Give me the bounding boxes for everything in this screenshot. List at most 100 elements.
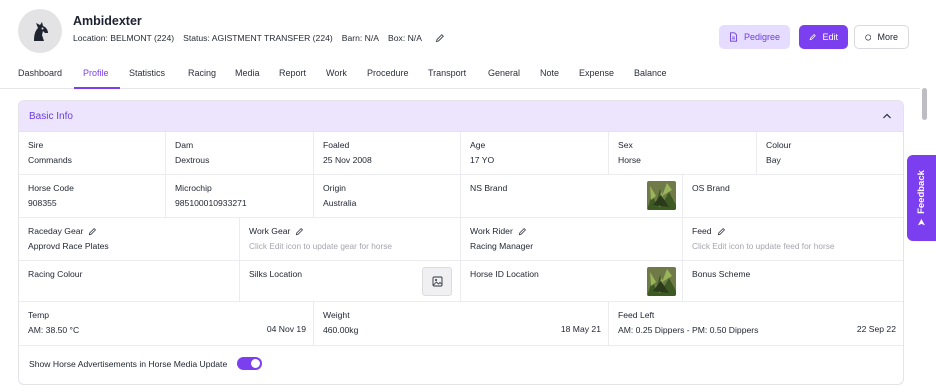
tab-general[interactable]: General bbox=[488, 68, 520, 78]
edit-work-gear-pencil-icon[interactable] bbox=[295, 227, 304, 236]
status-text: Status: AGISTMENT TRANSFER (224) bbox=[183, 33, 333, 43]
horse-id-location-photo[interactable] bbox=[647, 267, 676, 296]
raceday-gear-label: Raceday Gear bbox=[28, 226, 84, 236]
barn-text: Barn: N/A bbox=[341, 33, 380, 43]
silks-location-label: Silks Location bbox=[249, 269, 303, 279]
circle-icon bbox=[865, 34, 872, 40]
edit-raceday-gear-pencil-icon[interactable] bbox=[88, 227, 97, 236]
arrow-up-icon bbox=[918, 218, 926, 225]
basic-info-header[interactable]: Basic Info bbox=[19, 101, 903, 132]
edit-work-rider-pencil-icon[interactable] bbox=[518, 227, 527, 236]
dam-value: Dextrous bbox=[175, 155, 210, 165]
origin-label: Origin bbox=[323, 183, 346, 193]
document-icon bbox=[730, 32, 738, 42]
advertisement-toggle-label: Show Horse Advertisements in Horse Media… bbox=[29, 358, 228, 369]
edit-feed-pencil-icon[interactable] bbox=[717, 227, 726, 236]
temp-date: 04 Nov 19 bbox=[266, 324, 306, 334]
work-gear-cell: Work Gear Click Edit icon to update gear… bbox=[240, 218, 461, 261]
tab-statistics[interactable]: Statistics bbox=[129, 68, 165, 78]
dam-label: Dam bbox=[175, 140, 194, 150]
raceday-gear-cell: Raceday Gear Approvd Race Plates bbox=[19, 218, 240, 261]
tab-dashboard[interactable]: Dashboard bbox=[18, 68, 62, 78]
work-gear-label: Work Gear bbox=[249, 226, 291, 236]
weight-date: 18 May 21 bbox=[560, 324, 601, 334]
more-button[interactable]: More bbox=[854, 25, 909, 49]
horse-header: Ambidexter Location: BELMONT (224) Statu… bbox=[0, 0, 936, 60]
feed-hint: Click Edit icon to update feed for horse bbox=[692, 241, 835, 251]
sex-label: Sex bbox=[618, 140, 633, 150]
edit-label: Edit bbox=[822, 32, 838, 42]
advertisement-toggle-row: Show Horse Advertisements in Horse Media… bbox=[29, 357, 263, 370]
temp-cell: Temp AM: 38.50 °C 04 Nov 19 bbox=[19, 302, 314, 346]
feedback-label: Feedback bbox=[916, 169, 928, 214]
tab-balance[interactable]: Balance bbox=[634, 68, 667, 78]
microchip-cell: Microchip 985100010933271 bbox=[166, 175, 314, 218]
microchip-value: 985100010933271 bbox=[175, 198, 247, 208]
ns-brand-photo[interactable] bbox=[647, 181, 676, 210]
horse-code-label: Horse Code bbox=[28, 183, 74, 193]
work-rider-cell: Work Rider Racing Manager bbox=[461, 218, 683, 261]
work-rider-label: Work Rider bbox=[470, 226, 513, 236]
feed-left-cell: Feed Left AM: 0.25 Dippers - PM: 0.50 Di… bbox=[609, 302, 903, 346]
raceday-gear-value: Approvd Race Plates bbox=[28, 241, 109, 251]
horse-avatar bbox=[18, 9, 62, 53]
tab-work[interactable]: Work bbox=[326, 68, 347, 78]
foaled-label: Foaled bbox=[323, 140, 350, 150]
foaled-cell: Foaled 25 Nov 2008 bbox=[314, 132, 461, 175]
chevron-up-icon[interactable] bbox=[881, 110, 893, 124]
weight-cell: Weight 460.00kg 18 May 21 bbox=[314, 302, 609, 346]
microchip-label: Microchip bbox=[175, 183, 212, 193]
age-label: Age bbox=[470, 140, 486, 150]
basic-info-card: Basic Info Sire Commands Dam Dextrous Fo… bbox=[18, 100, 904, 385]
racing-colour-cell: Racing Colour bbox=[19, 261, 240, 302]
pencil-icon bbox=[809, 34, 816, 41]
page-scrollbar-thumb[interactable] bbox=[922, 88, 927, 120]
sire-label: Sire bbox=[28, 140, 44, 150]
bonus-scheme-cell: Bonus Scheme bbox=[683, 261, 903, 302]
horse-code-cell: Horse Code 908355 bbox=[19, 175, 166, 218]
weight-value: 460.00kg bbox=[323, 325, 359, 335]
pedigree-label: Pedigree bbox=[743, 32, 780, 42]
more-label: More bbox=[877, 32, 898, 42]
horse-meta: Location: BELMONT (224) Status: AGISTMEN… bbox=[73, 33, 445, 43]
work-rider-value: Racing Manager bbox=[470, 241, 534, 251]
origin-cell: Origin Australia bbox=[314, 175, 461, 218]
os-brand-label: OS Brand bbox=[692, 183, 730, 193]
temp-label: Temp bbox=[28, 310, 50, 320]
edit-button[interactable]: Edit bbox=[799, 25, 848, 49]
weight-label: Weight bbox=[323, 310, 350, 320]
feed-label: Feed bbox=[692, 226, 712, 236]
age-value: 17 YO bbox=[470, 155, 495, 165]
tab-report[interactable]: Report bbox=[279, 68, 306, 78]
tab-racing[interactable]: Racing bbox=[188, 68, 216, 78]
tab-note[interactable]: Note bbox=[540, 68, 559, 78]
horse-name: Ambidexter bbox=[73, 14, 142, 28]
feed-left-label: Feed Left bbox=[618, 310, 655, 320]
active-tab-indicator bbox=[74, 87, 120, 89]
pedigree-button[interactable]: Pedigree bbox=[719, 25, 790, 49]
temp-value: AM: 38.50 °C bbox=[28, 325, 80, 335]
tab-procedure[interactable]: Procedure bbox=[367, 68, 409, 78]
silks-location-cell: Silks Location bbox=[240, 261, 461, 302]
work-gear-hint: Click Edit icon to update gear for horse bbox=[249, 241, 392, 251]
box-text: Box: N/A bbox=[388, 33, 422, 43]
tab-media[interactable]: Media bbox=[235, 68, 260, 78]
colour-value: Bay bbox=[766, 155, 781, 165]
ns-brand-label: NS Brand bbox=[470, 183, 508, 193]
horse-head-icon bbox=[34, 22, 48, 41]
feed-left-value: AM: 0.25 Dippers - PM: 0.50 Dippers bbox=[618, 325, 759, 335]
tab-bar: Dashboard Profile Statistics Racing Medi… bbox=[0, 60, 920, 89]
feed-cell: Feed Click Edit icon to update feed for … bbox=[683, 218, 903, 261]
tab-profile[interactable]: Profile bbox=[83, 68, 109, 78]
racing-colour-label: Racing Colour bbox=[28, 269, 83, 279]
horse-code-value: 908355 bbox=[28, 198, 57, 208]
advertisement-toggle[interactable] bbox=[237, 357, 263, 370]
toggle-knob bbox=[251, 359, 261, 368]
feedback-tab[interactable]: Feedback bbox=[907, 155, 936, 241]
tab-expense[interactable]: Expense bbox=[579, 68, 614, 78]
sire-cell: Sire Commands bbox=[19, 132, 166, 175]
silks-upload-button[interactable] bbox=[422, 267, 452, 296]
tab-transport[interactable]: Transport bbox=[428, 68, 466, 78]
edit-location-pencil-icon[interactable] bbox=[435, 33, 445, 43]
sire-value: Commands bbox=[28, 155, 72, 165]
